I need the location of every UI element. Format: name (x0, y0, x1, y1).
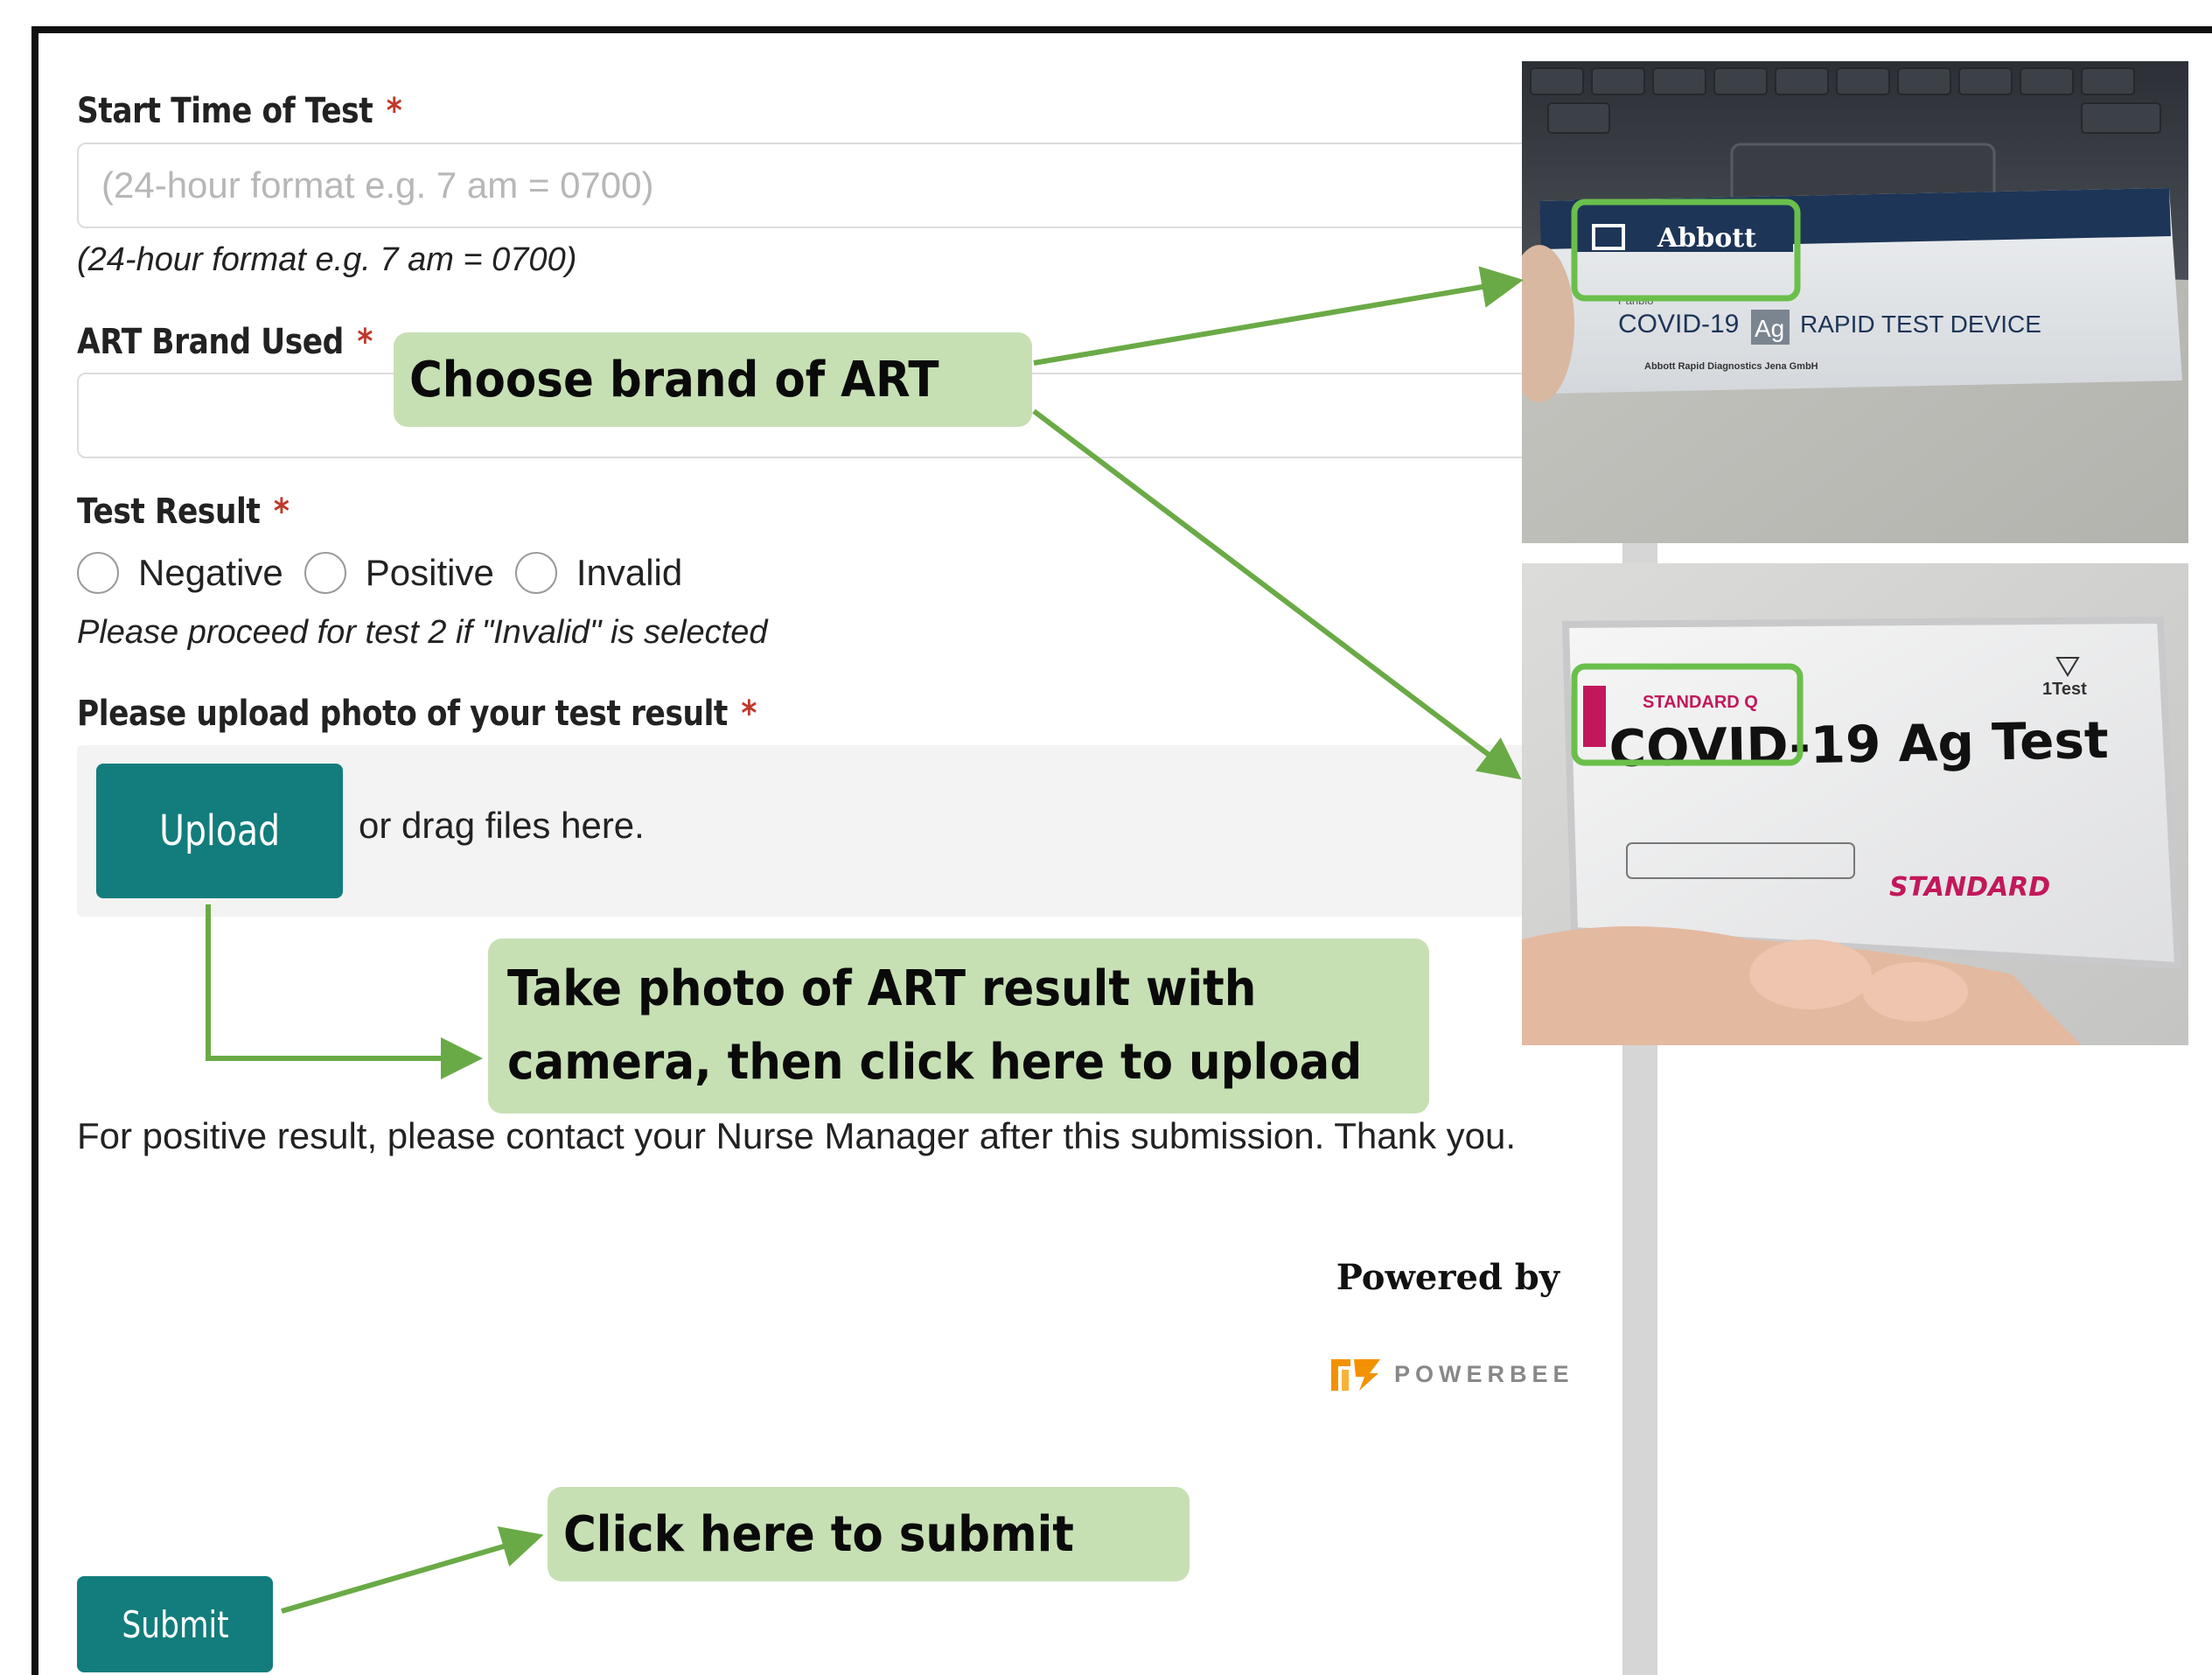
standard-product-text: COVID-19 Ag Test (1608, 710, 2109, 778)
test-result-label-text: Test Result (77, 492, 261, 532)
powerbee-logo-icon (1331, 1359, 1380, 1391)
radio-circle[interactable] (77, 552, 119, 594)
callout-submit: Click here to submit (548, 1487, 1190, 1581)
start-time-label: Start Time of Test * (77, 91, 402, 131)
standard-q-test-kit-photo: STANDARD Q COVID-19 Ag Test 1Test STANDA… (1522, 563, 2188, 1045)
powerbee-wordmark: POWERBEE (1394, 1360, 1574, 1387)
upload-label-text: Please upload photo of your test result (77, 694, 728, 734)
upload-button[interactable]: Upload (96, 764, 343, 898)
start-time-hint: (24-hour format e.g. 7 am = 0700) (77, 241, 577, 278)
standard-photo-image: STANDARD Q COVID-19 Ag Test 1Test STANDA… (1522, 563, 2188, 1045)
test-result-radio-group: Negative Positive Invalid (77, 542, 703, 604)
radio-invalid[interactable]: Invalid (514, 552, 683, 594)
radio-circle[interactable] (304, 552, 346, 594)
callout-take-photo-line2: camera, then click here to upload (507, 1034, 1363, 1091)
abbott-test-kit-photo: Abbott Panbio COVID-19 Ag RAPID TEST DEV… (1522, 61, 2188, 543)
callout-take-photo: Take photo of ART result with camera, th… (488, 939, 1429, 1113)
callout-submit-text: Click here to submit (563, 1506, 1074, 1563)
radio-negative-label: Negative (138, 552, 283, 593)
abbott-product-text: COVID-19 (1618, 310, 1739, 338)
callout-choose-brand-text: Choose brand of ART (409, 352, 939, 408)
start-time-input[interactable] (79, 144, 1641, 227)
abbott-ag-text: Ag (1755, 315, 1784, 342)
abbott-brand-text: Abbott (1657, 223, 1756, 254)
radio-negative[interactable]: Negative (77, 552, 283, 594)
required-mark: * (357, 322, 373, 362)
art-brand-label-text: ART Brand Used (77, 322, 344, 362)
start-time-field-box (77, 143, 1643, 228)
test-result-label: Test Result * (77, 492, 290, 532)
standard-logo-text: STANDARD (1889, 872, 2050, 903)
required-mark: * (273, 492, 290, 532)
powerbee-logo: POWERBEE (1329, 1356, 1574, 1392)
required-mark: * (386, 91, 402, 131)
drag-files-text: or drag files here. (359, 805, 645, 846)
art-brand-label: ART Brand Used * (77, 322, 373, 362)
callout-choose-brand: Choose brand of ART (394, 332, 1032, 427)
standard-count-text: 1Test (2042, 680, 2087, 699)
radio-circle[interactable] (514, 552, 557, 594)
abbott-photo-image: Abbott Panbio COVID-19 Ag RAPID TEST DEV… (1522, 61, 2188, 543)
submit-button-label: Submit (121, 1602, 229, 1646)
radio-positive[interactable]: Positive (304, 552, 494, 594)
required-mark: * (741, 694, 757, 734)
start-time-label-text: Start Time of Test (77, 91, 373, 131)
radio-invalid-label: Invalid (576, 552, 683, 593)
callout-take-photo-line1: Take photo of ART result with (507, 960, 1257, 1017)
submit-button[interactable]: Submit (77, 1576, 273, 1672)
positive-result-note: For positive result, please contact your… (77, 1115, 1516, 1156)
radio-positive-label: Positive (365, 552, 494, 593)
upload-label: Please upload photo of your test result * (77, 694, 757, 734)
abbott-device-text: RAPID TEST DEVICE (1800, 311, 2041, 338)
abbott-maker-text: Abbott Rapid Diagnostics Jena GmbH (1644, 361, 1818, 372)
standard-q-small-text: STANDARD Q (1643, 693, 1758, 712)
upload-button-label: Upload (159, 806, 280, 855)
test-result-hint: Please proceed for test 2 if "Invalid" i… (77, 614, 768, 651)
powered-by-text: Powered by (1336, 1257, 1560, 1298)
